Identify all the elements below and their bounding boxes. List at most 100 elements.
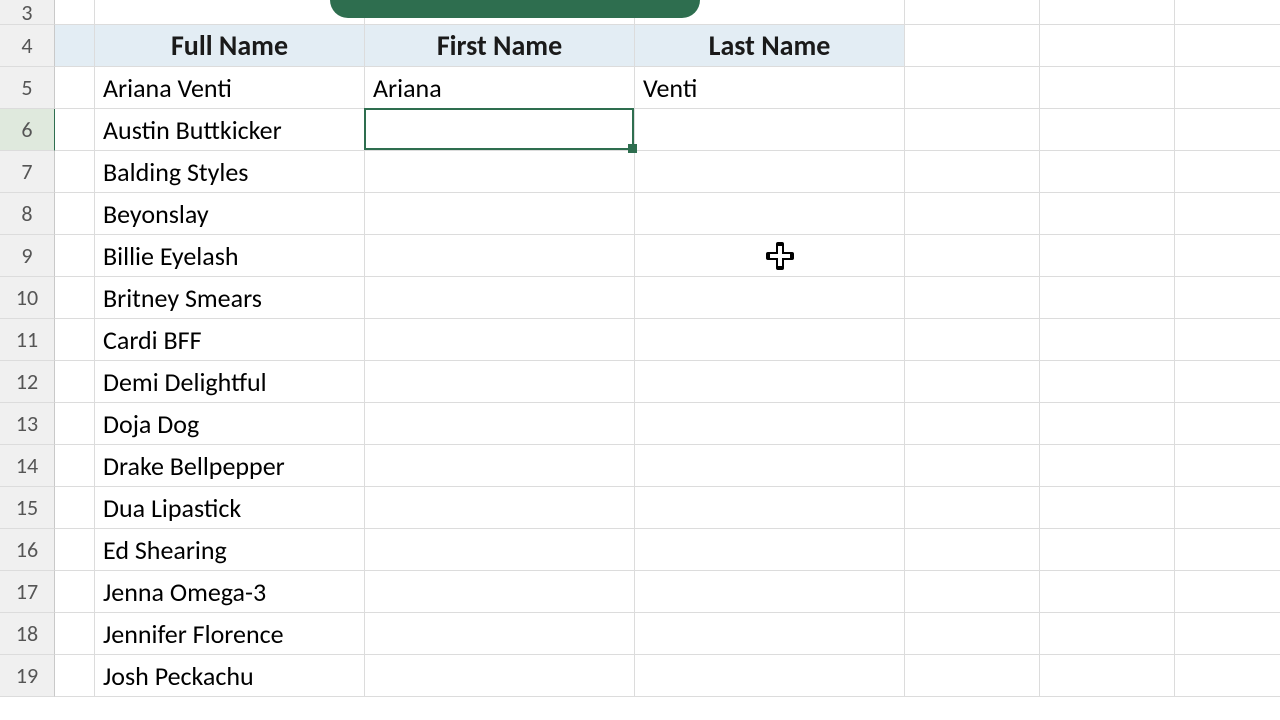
cell-B11[interactable]: Cardi BFF (95, 319, 365, 361)
cell-D15[interactable] (635, 487, 905, 529)
cell-F14[interactable] (1040, 445, 1175, 487)
cell-E9[interactable] (905, 235, 1040, 277)
row-header-10[interactable]: 10 (0, 277, 55, 319)
cell-F7[interactable] (1040, 151, 1175, 193)
row-header-6[interactable]: 6 (0, 109, 55, 151)
cell-G11[interactable] (1175, 319, 1280, 361)
cell-A7[interactable] (55, 151, 95, 193)
cell-C15[interactable] (365, 487, 635, 529)
cell-D18[interactable] (635, 613, 905, 655)
cell-B3[interactable] (95, 0, 365, 25)
cell-A8[interactable] (55, 193, 95, 235)
cell-E7[interactable] (905, 151, 1040, 193)
cell-G8[interactable] (1175, 193, 1280, 235)
cell-C5[interactable]: Ariana (365, 67, 635, 109)
row-header-11[interactable]: 11 (0, 319, 55, 361)
cell-E18[interactable] (905, 613, 1040, 655)
cell-E8[interactable] (905, 193, 1040, 235)
row-header-9[interactable]: 9 (0, 235, 55, 277)
cell-B6[interactable]: Austin Buttkicker (95, 109, 365, 151)
cell-E10[interactable] (905, 277, 1040, 319)
cell-G3[interactable] (1175, 0, 1280, 25)
cell-E13[interactable] (905, 403, 1040, 445)
cell-C8[interactable] (365, 193, 635, 235)
cell-G4[interactable] (1175, 25, 1280, 67)
cell-F3[interactable] (1040, 0, 1175, 25)
cell-F11[interactable] (1040, 319, 1175, 361)
cell-F16[interactable] (1040, 529, 1175, 571)
row-header-19[interactable]: 19 (0, 655, 55, 697)
cell-E14[interactable] (905, 445, 1040, 487)
cell-G10[interactable] (1175, 277, 1280, 319)
row-header-7[interactable]: 7 (0, 151, 55, 193)
cell-C7[interactable] (365, 151, 635, 193)
cell-D7[interactable] (635, 151, 905, 193)
cell-A15[interactable] (55, 487, 95, 529)
cell-G6[interactable] (1175, 109, 1280, 151)
cell-B4[interactable]: Full Name (95, 25, 365, 67)
cell-G7[interactable] (1175, 151, 1280, 193)
cell-F12[interactable] (1040, 361, 1175, 403)
cell-D11[interactable] (635, 319, 905, 361)
cell-G17[interactable] (1175, 571, 1280, 613)
cell-B12[interactable]: Demi Delightful (95, 361, 365, 403)
cell-E19[interactable] (905, 655, 1040, 697)
cell-D13[interactable] (635, 403, 905, 445)
cell-A10[interactable] (55, 277, 95, 319)
cell-B19[interactable]: Josh Peckachu (95, 655, 365, 697)
cell-A19[interactable] (55, 655, 95, 697)
cell-G12[interactable] (1175, 361, 1280, 403)
cell-G13[interactable] (1175, 403, 1280, 445)
cell-B15[interactable]: Dua Lipastick (95, 487, 365, 529)
row-header-17[interactable]: 17 (0, 571, 55, 613)
cell-C13[interactable] (365, 403, 635, 445)
cell-D10[interactable] (635, 277, 905, 319)
row-header-18[interactable]: 18 (0, 613, 55, 655)
cell-C4[interactable]: First Name (365, 25, 635, 67)
cell-D16[interactable] (635, 529, 905, 571)
cell-A14[interactable] (55, 445, 95, 487)
cell-G5[interactable] (1175, 67, 1280, 109)
cell-C6[interactable] (365, 109, 635, 151)
row-header-14[interactable]: 14 (0, 445, 55, 487)
cell-G18[interactable] (1175, 613, 1280, 655)
cell-C12[interactable] (365, 361, 635, 403)
cell-G9[interactable] (1175, 235, 1280, 277)
cell-G16[interactable] (1175, 529, 1280, 571)
cell-C9[interactable] (365, 235, 635, 277)
cell-D6[interactable] (635, 109, 905, 151)
cell-B14[interactable]: Drake Bellpepper (95, 445, 365, 487)
cell-A6[interactable] (55, 109, 95, 151)
cell-A17[interactable] (55, 571, 95, 613)
cell-F15[interactable] (1040, 487, 1175, 529)
row-header-16[interactable]: 16 (0, 529, 55, 571)
cell-E6[interactable] (905, 109, 1040, 151)
cell-C16[interactable] (365, 529, 635, 571)
cell-E12[interactable] (905, 361, 1040, 403)
cell-G15[interactable] (1175, 487, 1280, 529)
cell-D19[interactable] (635, 655, 905, 697)
cells-area[interactable]: Full NameFirst NameLast NameAriana Venti… (55, 0, 1280, 697)
cell-C11[interactable] (365, 319, 635, 361)
cell-A18[interactable] (55, 613, 95, 655)
spreadsheet-grid[interactable]: 345678910111213141516171819 Full NameFir… (0, 0, 1280, 697)
row-header-15[interactable]: 15 (0, 487, 55, 529)
row-header-12[interactable]: 12 (0, 361, 55, 403)
cell-B16[interactable]: Ed Shearing (95, 529, 365, 571)
cell-D5[interactable]: Venti (635, 67, 905, 109)
cell-E16[interactable] (905, 529, 1040, 571)
cell-F13[interactable] (1040, 403, 1175, 445)
cell-F19[interactable] (1040, 655, 1175, 697)
cell-E11[interactable] (905, 319, 1040, 361)
cell-B18[interactable]: Jennifer Florence (95, 613, 365, 655)
cell-A12[interactable] (55, 361, 95, 403)
cell-F10[interactable] (1040, 277, 1175, 319)
cell-A4[interactable] (55, 25, 95, 67)
cell-F5[interactable] (1040, 67, 1175, 109)
cell-F17[interactable] (1040, 571, 1175, 613)
cell-B13[interactable]: Doja Dog (95, 403, 365, 445)
cell-F9[interactable] (1040, 235, 1175, 277)
cell-D14[interactable] (635, 445, 905, 487)
cell-E4[interactable] (905, 25, 1040, 67)
cell-A13[interactable] (55, 403, 95, 445)
